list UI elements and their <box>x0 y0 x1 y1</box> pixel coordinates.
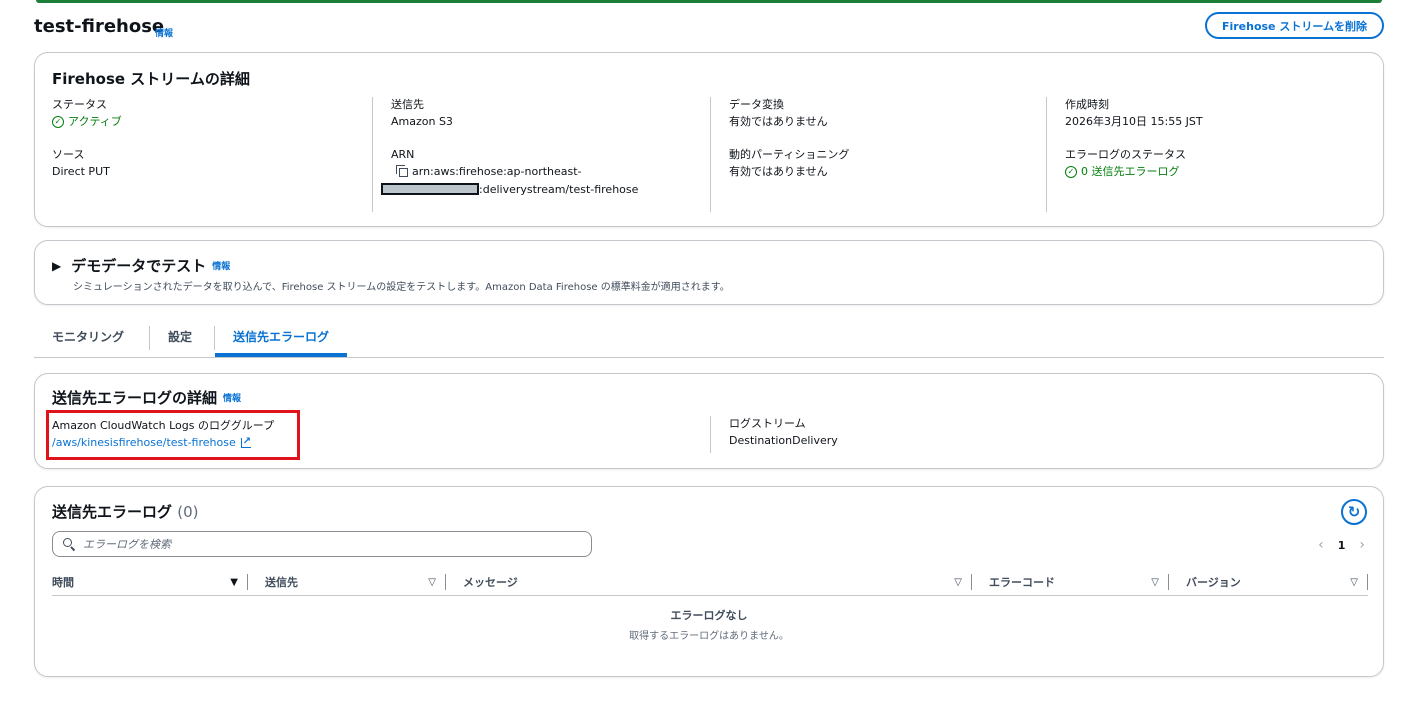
demo-title-text[interactable]: デモデータでテスト <box>71 255 206 276</box>
sort-icon[interactable]: ▽ <box>954 577 962 588</box>
column-message-label[interactable]: メッセージ <box>463 574 518 590</box>
refresh-button[interactable]: ↻ <box>1341 499 1367 525</box>
search-field[interactable] <box>52 531 592 557</box>
destination-value: Amazon S3 <box>391 115 453 128</box>
column-header-message[interactable]: メッセージ ▽ <box>446 569 972 595</box>
error-log-title: 送信先エラーログ (0) <box>52 501 199 522</box>
sort-icon[interactable]: ▽ <box>428 577 436 588</box>
error-status-text[interactable]: 0 送信先エラーログ <box>1081 163 1180 181</box>
demo-info-link[interactable]: 情報 <box>212 259 230 272</box>
tab-monitoring[interactable]: モニタリング <box>34 320 142 357</box>
success-banner-edge <box>36 0 1382 3</box>
error-status-label: エラーログのステータス <box>1065 148 1186 161</box>
demo-description: シミュレーションされたデータを取り込んで、Firehose ストリームの設定をテ… <box>73 282 730 293</box>
check-circle-icon: ✓ <box>52 116 64 128</box>
error-status-value[interactable]: ✓ 0 送信先エラーログ <box>1065 163 1366 181</box>
error-log-details-title: 送信先エラーログの詳細 情報 <box>52 387 241 408</box>
demo-data-panel: ▶ デモデータでテスト 情報 シミュレーションされたデータを取り込んで、Fire… <box>34 240 1384 305</box>
page-title: test-firehose <box>34 16 165 37</box>
column-destination-label[interactable]: 送信先 <box>265 574 298 590</box>
sort-icon[interactable]: ▽ <box>1151 577 1159 588</box>
transform-value: 有効ではありません <box>729 115 828 128</box>
demo-expander[interactable]: ▶ デモデータでテスト 情報 <box>52 255 230 276</box>
page-number[interactable]: 1 <box>1338 539 1346 552</box>
page-info-link[interactable]: 情報 <box>155 26 173 39</box>
error-log-table-panel: 送信先エラーログ (0) ↻ ‹ 1 › 時間 ▼ 送信先 ▽ メッセージ ▽ … <box>34 486 1384 677</box>
partition-label: 動的パーティショニング <box>729 148 850 161</box>
destination-label: 送信先 <box>391 98 424 111</box>
error-log-details-title-text: 送信先エラーログの詳細 <box>52 389 218 407</box>
arn-line-1: arn:aws:firehose:ap-northeast- <box>391 163 710 181</box>
pagination: ‹ 1 › <box>1318 537 1365 553</box>
copy-icon[interactable] <box>396 165 408 177</box>
logstream-label: ログストリーム <box>729 417 806 430</box>
arn-line-2: :deliverystream/test-firehose <box>381 181 710 199</box>
refresh-icon[interactable]: ↻ <box>1348 503 1361 521</box>
status-text: アクティブ <box>68 115 122 128</box>
source-value: Direct PUT <box>52 165 110 178</box>
empty-state-description: 取得するエラーログはありません。 <box>629 631 789 642</box>
tab-destination-error-logs[interactable]: 送信先エラーログ <box>215 320 348 357</box>
transform-label: データ変換 <box>729 98 784 111</box>
tab-settings[interactable]: 設定 <box>150 320 210 357</box>
empty-state: エラーログなし 取得するエラーログはありません。 <box>35 607 1383 642</box>
highlight-box <box>46 410 300 460</box>
column-error-code-label[interactable]: エラーコード <box>989 574 1055 590</box>
created-value: 2026年3月10日 15:55 JST <box>1065 115 1203 128</box>
details-column-2: 送信先 Amazon S3 ARN arn:aws:firehose:ap-no… <box>372 97 710 212</box>
empty-state-title: エラーログなし <box>670 609 748 622</box>
status-label: ステータス <box>52 98 107 111</box>
details-column-1: ステータス ✓ アクティブ ソース Direct PUT <box>52 97 372 212</box>
column-time-label[interactable]: 時間 <box>52 574 74 590</box>
created-label: 作成時刻 <box>1065 98 1109 111</box>
table-header: 時間 ▼ 送信先 ▽ メッセージ ▽ エラーコード ▽ バージョン ▽ <box>52 569 1368 596</box>
source-label: ソース <box>52 148 85 161</box>
redacted-account-id <box>381 183 479 195</box>
column-header-destination[interactable]: 送信先 ▽ <box>248 569 446 595</box>
partition-value: 有効ではありません <box>729 165 828 178</box>
stream-details-title: Firehose ストリームの詳細 <box>52 70 250 88</box>
delete-stream-button[interactable]: Firehose ストリームを削除 <box>1205 12 1384 39</box>
column-header-time[interactable]: 時間 ▼ <box>52 569 248 595</box>
check-circle-icon: ✓ <box>1065 166 1077 178</box>
sort-desc-icon[interactable]: ▼ <box>230 577 238 588</box>
sort-icon[interactable]: ▽ <box>1350 577 1358 588</box>
column-header-error-code[interactable]: エラーコード ▽ <box>972 569 1169 595</box>
status-value: ✓ アクティブ <box>52 113 372 131</box>
arn-text-2: :deliverystream/test-firehose <box>479 183 639 196</box>
arn-text-1: arn:aws:firehose:ap-northeast- <box>412 165 582 178</box>
logstream-value: DestinationDelivery <box>729 434 838 447</box>
column-version-label[interactable]: バージョン <box>1186 574 1241 590</box>
error-log-count: (0) <box>177 503 199 521</box>
chevron-left-icon[interactable]: ‹ <box>1318 537 1324 553</box>
search-input[interactable] <box>83 537 583 551</box>
arn-label: ARN <box>391 148 415 161</box>
error-log-title-text: 送信先エラーログ <box>52 503 173 521</box>
column-header-version[interactable]: バージョン ▽ <box>1169 569 1368 595</box>
logstream-field: ログストリーム DestinationDelivery <box>710 416 838 453</box>
page-header: test-firehose 情報 Firehose ストリームを削除 <box>34 12 1384 42</box>
tab-bar: モニタリング 設定 送信先エラーログ <box>34 320 1384 358</box>
details-column-4: 作成時刻 2026年3月10日 15:55 JST エラーログのステータス ✓ … <box>1046 97 1366 212</box>
stream-details-panel: Firehose ストリームの詳細 ステータス ✓ アクティブ ソース Dire… <box>34 52 1384 227</box>
caret-right-icon[interactable]: ▶ <box>52 259 61 273</box>
chevron-right-icon[interactable]: › <box>1359 537 1365 553</box>
search-icon <box>63 538 76 552</box>
error-details-info-link[interactable]: 情報 <box>223 391 241 404</box>
details-column-3: データ変換 有効ではありません 動的パーティショニング 有効ではありません <box>710 97 1046 212</box>
